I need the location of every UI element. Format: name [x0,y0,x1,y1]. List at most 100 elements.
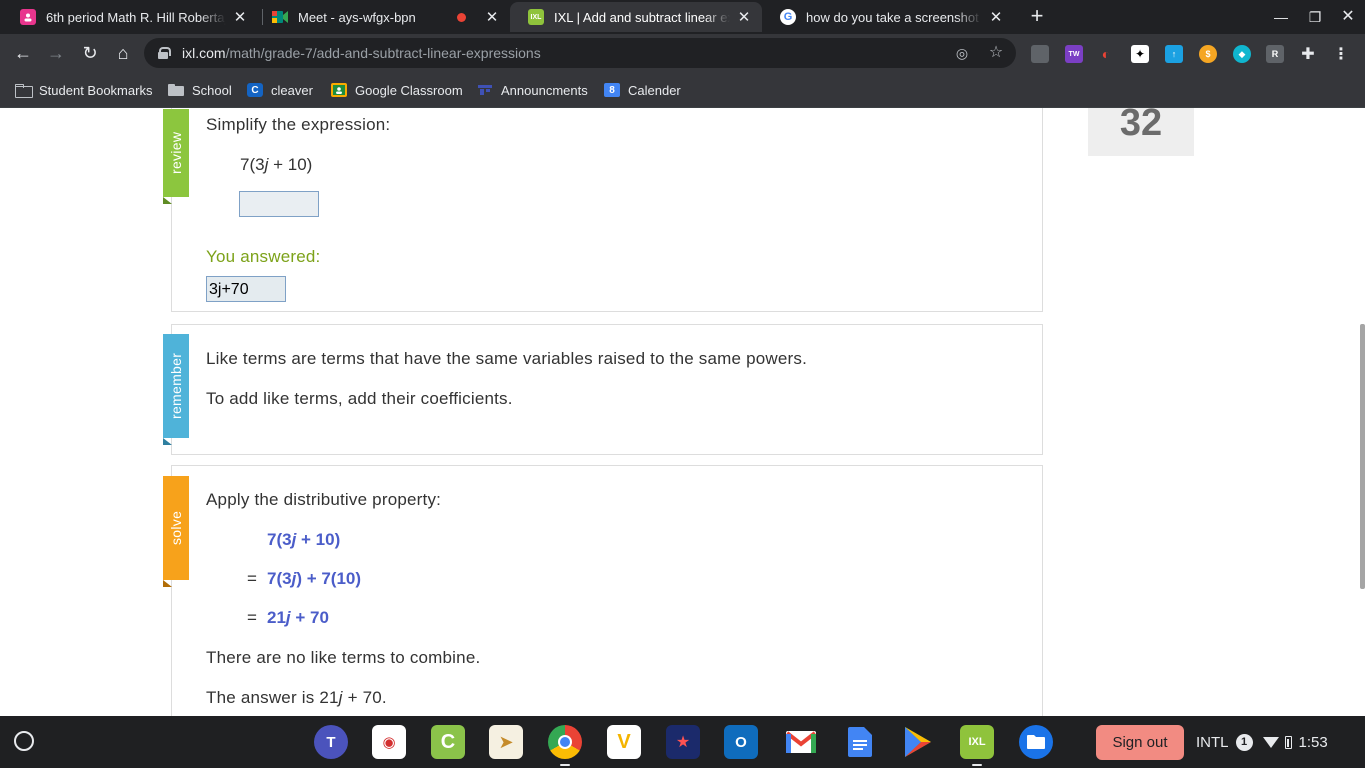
bookmark-announcments[interactable]: Announcments [477,81,588,99]
remember-panel: remember Like terms are terms that have … [163,324,1043,455]
tab-close-icon[interactable]: ✕ [484,8,500,26]
ixl-favicon-icon: IXL [528,9,544,25]
c-logo-icon: C [247,83,263,97]
remember-line-1: Like terms are terms that have the same … [206,349,808,368]
url-host: ixl.com [182,45,226,61]
final-answer-text: The answer is 21j + 70. [206,688,387,707]
vocab-icon[interactable]: V [607,725,641,759]
menu-icon[interactable]: ⋮ [1332,45,1350,63]
tab-google-search[interactable]: G how do you take a screenshot on ✕ [762,2,1014,32]
bookmark-label: Calender [628,82,681,98]
review-panel: review Simplify the expression: 7(3j + 1… [163,108,1043,312]
window-close-icon[interactable]: ✕ [1337,6,1359,28]
bookmark-google-classroom[interactable]: Google Classroom [331,81,463,99]
r-icon[interactable]: R [1266,45,1284,63]
announcements-icon [477,83,493,97]
lock-icon [158,47,171,59]
outlook-icon[interactable]: O [724,725,758,759]
chrome-icon[interactable] [548,725,582,766]
folder-icon [168,83,184,97]
classroom-favicon-icon [20,9,36,25]
notes-icon[interactable] [1031,45,1049,63]
ixl-page: review Simplify the expression: 7(3j + 1… [0,108,1365,716]
headset-icon[interactable]: ◐ [1097,45,1115,63]
back-arrow-icon[interactable]: ← [10,40,36,66]
tab-meet[interactable]: Meet - ays-wfgx-bpn ✕ [254,2,510,32]
bookmark-cleaver[interactable]: C cleaver [247,81,313,99]
review-tag: review [163,109,189,204]
new-tab-button[interactable]: + [1024,4,1050,30]
forward-arrow-icon[interactable]: → [43,40,69,66]
tab-math-class[interactable]: 6th period Math R. Hill Roberta_E ✕ [2,2,258,32]
chromeos-shelf: T ◉ C ➤ V ★ O IXL Sign out INTL 1 1:53 [0,716,1365,768]
bookmark-calender[interactable]: 8 Calender [604,81,681,99]
restore-icon[interactable]: ❐ [1304,6,1326,28]
input-method: INTL [1196,733,1229,751]
bookmark-label: School [192,82,232,98]
tab-close-icon[interactable]: ✕ [736,8,752,26]
reload-icon[interactable]: ↻ [77,40,103,66]
equals-sign: = [247,608,257,627]
score-box: 32 [1088,108,1194,156]
meet-favicon-icon [272,9,288,25]
google-favicon-icon: G [780,9,796,25]
classroom-icon [331,83,347,97]
bookmark-school[interactable]: School [168,81,232,99]
teams-icon[interactable]: T [314,725,348,759]
upload-icon[interactable]: ↑ [1165,45,1183,63]
shield-icon[interactable]: ◆ [1233,45,1251,63]
bookmark-label: Google Classroom [355,82,463,98]
solve-intro: Apply the distributive property: [206,490,442,509]
tab-ixl[interactable]: IXL IXL | Add and subtract linear expr ✕ [510,2,762,32]
tab-title: 6th period Math R. Hill Roberta_E [46,9,226,25]
you-answered-label: You answered: [206,247,321,266]
tab-close-icon[interactable]: ✕ [232,8,248,26]
bookmark-star-icon[interactable]: ☆ [988,45,1004,61]
tab-title: IXL | Add and subtract linear expr [554,9,730,25]
browser-toolbar: ← → ↻ ⌂ ixl.com/math/grade-7/add-and-sub… [0,34,1365,72]
tw-icon[interactable]: TW [1065,45,1083,63]
solve-step-2: 21j + 70 [267,608,329,627]
wifi-icon [1262,736,1279,748]
review-expression: 7(3j + 10) [240,155,313,174]
figure-icon[interactable]: ✦ [1131,45,1149,63]
play-store-icon[interactable] [901,725,935,759]
tab-strip: 6th period Math R. Hill Roberta_E ✕ Meet… [0,0,1365,34]
equals-sign: = [247,569,257,588]
home-icon[interactable]: ⌂ [110,40,136,66]
status-tray[interactable]: INTL 1 1:53 [1196,729,1328,755]
tab-close-icon[interactable]: ✕ [988,8,1004,26]
tab-title: how do you take a screenshot on [806,9,982,25]
minimize-icon[interactable]: — [1270,6,1292,28]
launcher-icon[interactable] [14,731,34,751]
bookmark-student-bookmarks[interactable]: Student Bookmarks [15,81,152,99]
docs-icon[interactable] [843,725,877,759]
puzzle-icon[interactable]: ✚ [1299,45,1317,63]
solve-step-0: 7(3j + 10) [267,530,341,549]
gmail-icon[interactable] [784,725,818,759]
empty-answer-box [239,191,319,217]
solve-tag: solve [163,476,189,587]
page-scrollbar[interactable] [1360,324,1365,589]
review-prompt: Simplify the expression: [206,115,391,134]
folder-outline-icon [15,83,33,98]
calendar-icon: 8 [604,83,620,97]
paper-plane-icon[interactable]: ➤ [489,725,523,759]
files-icon[interactable] [1019,725,1053,759]
dance-icon[interactable]: ★ [666,725,700,759]
location-target-icon[interactable]: ◎ [954,45,970,61]
recording-indicator-icon [457,12,466,22]
notification-count: 1 [1235,733,1253,751]
classkick-icon[interactable]: C [431,725,465,759]
coin-icon[interactable]: $ [1199,45,1217,63]
sign-out-button[interactable]: Sign out [1096,725,1184,760]
ixl-icon[interactable]: IXL [960,725,994,766]
user-answer-box: 3j+70 [206,276,286,302]
bookmark-label: Student Bookmarks [39,82,153,98]
solve-panel: solve Apply the distributive property: 7… [163,465,1043,716]
tab-title: Meet - ays-wfgx-bpn [298,9,416,25]
remember-line-2: To add like terms, add their coefficient… [206,389,513,408]
remember-tag: remember [163,334,189,445]
screencastify-icon[interactable]: ◉ [372,725,406,759]
address-bar[interactable]: ixl.com/math/grade-7/add-and-subtract-li… [144,38,1016,68]
